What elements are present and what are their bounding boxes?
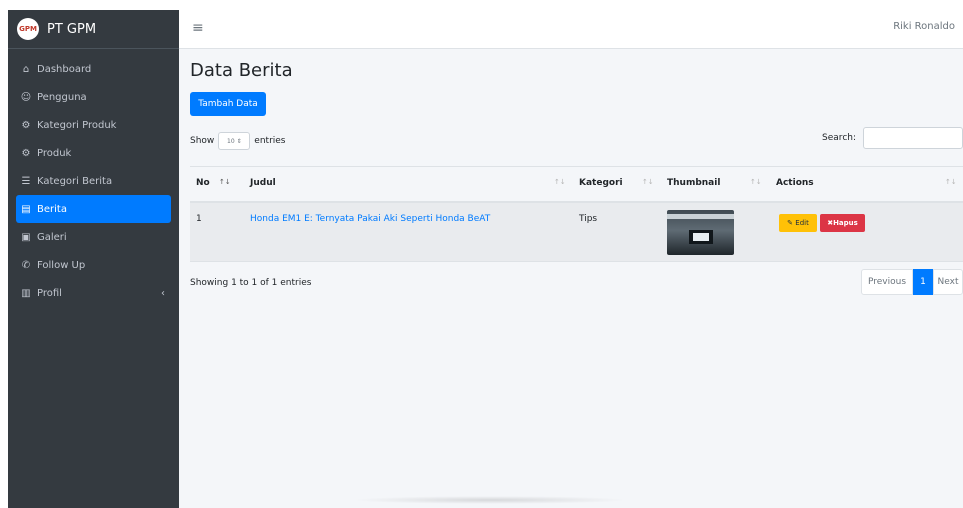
sort-asc-icon: ↑↓ [219,178,231,186]
pagination-page-1[interactable]: 1 [913,269,933,295]
sidebar-item-label: Profil [37,287,62,299]
sidebar-item-kategori-produk[interactable]: ⚙ Kategori Produk [16,111,171,139]
search-label: Search: [822,133,856,143]
page-length-select[interactable]: 10 ⇕ [218,132,251,150]
bottom-shadow [352,496,628,504]
column-header-actions[interactable]: Actions [776,178,814,188]
brand-logo: GPM [17,18,39,40]
entries-label: entries [254,136,286,146]
column-header-judul[interactable]: Judul [250,178,276,188]
berita-table: No ↑↓ Judul ↑↓ Kategori ↑↓ Thumbnail ↑↓ … [190,166,963,262]
sidebar-item-label: Kategori Produk [37,119,117,131]
page-title: Data Berita [190,60,293,81]
search-control: Search: [822,127,963,149]
edit-label: Edit [795,219,809,227]
list-icon: ☰ [21,175,31,187]
motorcycle-icon: ⚙ [21,147,31,159]
table-row: 1 Honda EM1 E: Ternyata Pakai Aki Sepert… [190,203,963,262]
sort-icon: ↑↓ [554,178,566,186]
sidebar-item-dashboard[interactable]: ⌂ Dashboard [16,55,171,83]
table-info: Showing 1 to 1 of 1 entries [190,278,312,288]
motorcycle-icon: ⚙ [21,119,31,131]
menu-toggle-icon[interactable]: ≡ [192,20,204,36]
sidebar-item-label: Dashboard [37,63,92,75]
delete-button[interactable]: ✖Hapus [820,214,865,232]
building-icon: ▥ [21,287,31,299]
edit-button[interactable]: ✎ Edit [779,214,817,232]
cell-no: 1 [196,214,202,224]
select-arrows-icon: ⇕ [236,137,242,145]
page-length-control: Show 10 ⇕ entries [190,132,286,150]
pagination: Previous 1 Next [861,269,963,295]
sort-icon: ↑↓ [945,178,957,186]
sidebar: GPM PT GPM ⌂ Dashboard ☺ Pengguna ⚙ Kate… [8,10,179,508]
sidebar-item-label: Produk [37,147,72,159]
table-header: No ↑↓ Judul ↑↓ Kategori ↑↓ Thumbnail ↑↓ … [190,166,963,203]
sidebar-item-profil[interactable]: ▥ Profil ‹ [16,279,171,307]
user-name[interactable]: Riki Ronaldo [893,21,955,32]
show-label: Show [190,136,215,146]
app-frame: GPM PT GPM ⌂ Dashboard ☺ Pengguna ⚙ Kate… [8,10,963,508]
chevron-left-icon: ‹ [161,287,165,299]
home-icon: ⌂ [22,63,30,75]
brand-link[interactable]: GPM PT GPM [8,10,179,49]
column-header-kategori[interactable]: Kategori [579,178,623,188]
search-input[interactable] [863,127,963,149]
edit-icon: ✎ [787,219,794,227]
users-icon: ☺ [20,91,32,103]
sidebar-item-berita[interactable]: ▤ Berita [16,195,171,223]
cell-judul-link[interactable]: Honda EM1 E: Ternyata Pakai Aki Seperti … [250,214,490,224]
pagination-next[interactable]: Next [933,269,963,295]
add-data-button[interactable]: Tambah Data [190,92,266,116]
brand-title: PT GPM [47,21,97,37]
column-header-no[interactable]: No [196,178,210,188]
sidebar-nav: ⌂ Dashboard ☺ Pengguna ⚙ Kategori Produk… [8,49,179,307]
thumbnail-label [693,233,709,241]
phone-icon: ✆ [21,259,31,271]
thumbnail-highlight [667,214,734,219]
sidebar-item-galeri[interactable]: ▣ Galeri [16,223,171,251]
sidebar-item-label: Kategori Berita [37,175,113,187]
delete-label: Hapus [833,219,858,227]
sidebar-item-label: Galeri [37,231,67,243]
sidebar-item-follow-up[interactable]: ✆ Follow Up [16,251,171,279]
pagination-previous[interactable]: Previous [861,269,913,295]
image-icon: ▣ [21,231,31,243]
top-navbar: ≡ Riki Ronaldo [179,10,963,49]
sidebar-item-kategori-berita[interactable]: ☰ Kategori Berita [16,167,171,195]
column-header-thumbnail[interactable]: Thumbnail [667,178,720,188]
sidebar-item-label: Berita [37,203,67,215]
sidebar-item-produk[interactable]: ⚙ Produk [16,139,171,167]
sidebar-item-label: Pengguna [37,91,87,103]
sidebar-item-pengguna[interactable]: ☺ Pengguna [16,83,171,111]
thumbnail-image [667,210,734,255]
sort-icon: ↑↓ [750,178,762,186]
newspaper-icon: ▤ [21,203,31,215]
page-length-value: 10 [227,137,235,145]
main-content: Data Berita Tambah Data Show 10 ⇕ entrie… [179,48,963,508]
sort-icon: ↑↓ [642,178,654,186]
cell-kategori: Tips [579,214,598,224]
sidebar-item-label: Follow Up [37,259,86,271]
